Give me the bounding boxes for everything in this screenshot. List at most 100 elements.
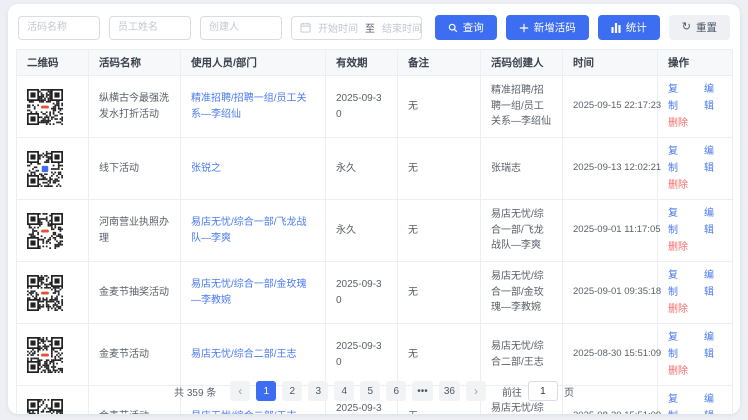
employee-name-input[interactable] [109, 16, 191, 40]
creator-cell: 张瑞志 [481, 138, 563, 200]
page-button[interactable]: 6 [386, 381, 406, 401]
page-button[interactable]: 5 [360, 381, 380, 401]
copy-link[interactable]: 复制 [668, 81, 686, 115]
refresh-icon: ↻ [682, 22, 691, 33]
reset-button[interactable]: ↻ 重置 [669, 15, 730, 40]
statistics-button[interactable]: 统计 [598, 15, 660, 40]
page-unit-label: 页 [564, 384, 574, 399]
edit-link[interactable]: 编辑 [704, 143, 722, 177]
delete-link[interactable]: 删除 [668, 177, 688, 194]
remark-cell: 无 [398, 262, 481, 324]
column-header: 活码创建人 [481, 50, 563, 76]
search-icon [448, 23, 458, 33]
user-dept-link[interactable]: 精准招聘/招聘一组/员工关系—李绍仙 [191, 93, 307, 120]
copy-link[interactable]: 复制 [668, 205, 686, 239]
created-time-cell: 2025-09-13 12:02:21 [563, 138, 658, 200]
validity-cell: 永久 [326, 138, 398, 200]
page-button[interactable]: 2 [282, 381, 302, 401]
edit-link[interactable]: 编辑 [704, 267, 722, 301]
validity-cell: 2025-09-30 [326, 324, 398, 386]
remark-cell: 无 [398, 324, 481, 386]
creator-cell: 精准招聘/招聘一组/员工关系—李绍仙 [481, 76, 563, 138]
created-time-cell: 2025-09-15 22:17:23 [563, 76, 658, 138]
prev-page-button[interactable]: ‹ [230, 381, 250, 401]
live-code-table-wrap: 二维码活码名称使用人员/部门有效期备注活码创建人时间操作 纵横古今最强洗发水打折… [8, 49, 740, 414]
code-name-cell: 纵横古今最强洗发水打折活动 [89, 76, 181, 138]
search-button[interactable]: 查询 [435, 15, 497, 40]
qr-code-image [27, 89, 78, 125]
creator-cell: 易店无忧/综合二部/王志 [481, 324, 563, 386]
code-name-cell: 线下活动 [89, 138, 181, 200]
page-number-buttons: 123456 ••• 36 [256, 381, 460, 401]
page-button-active[interactable]: 1 [256, 381, 276, 401]
edit-link[interactable]: 编辑 [704, 329, 722, 363]
column-header: 备注 [398, 50, 481, 76]
created-time-cell: 2025-09-01 09:35:18 [563, 262, 658, 324]
bar-chart-icon [611, 23, 621, 33]
remark-cell: 无 [398, 138, 481, 200]
validity-cell: 2025-09-30 [326, 262, 398, 324]
column-header: 二维码 [17, 50, 89, 76]
live-code-panel: 开始时间 至 结束时间 查询 新增活码 [8, 4, 740, 414]
code-name-cell: 河南营业执照办理 [89, 200, 181, 262]
table-header-row: 二维码活码名称使用人员/部门有效期备注活码创建人时间操作 [17, 50, 733, 76]
delete-link[interactable]: 删除 [668, 363, 688, 380]
code-name-cell: 金麦节抽奖活动 [89, 262, 181, 324]
user-dept-link[interactable]: 易店无忧/综合二部/王志 [191, 411, 297, 414]
plus-icon [519, 23, 529, 33]
copy-link[interactable]: 复制 [668, 143, 686, 177]
table-row: 河南营业执照办理 易店无忧/综合一部/飞龙战队—李爽 永久 无 易店无忧/综合一… [17, 200, 733, 262]
table-row: 纵横古今最强洗发水打折活动 精准招聘/招聘一组/员工关系—李绍仙 2025-09… [17, 76, 733, 138]
page-button[interactable]: 4 [334, 381, 354, 401]
copy-link[interactable]: 复制 [668, 267, 686, 301]
page-jumper: 前往 页 [502, 381, 574, 401]
copy-link[interactable]: 复制 [668, 329, 686, 363]
live-code-table: 二维码活码名称使用人员/部门有效期备注活码创建人时间操作 纵横古今最强洗发水打折… [16, 49, 733, 414]
column-header: 时间 [563, 50, 658, 76]
total-count: 共 359 条 [174, 384, 216, 399]
column-header: 有效期 [326, 50, 398, 76]
calendar-icon [300, 22, 311, 33]
code-name-input[interactable] [18, 16, 100, 40]
qr-code-image [27, 337, 78, 373]
user-dept-link[interactable]: 易店无忧/综合二部/王志 [191, 349, 297, 360]
validity-cell: 永久 [326, 200, 398, 262]
remark-cell: 无 [398, 76, 481, 138]
column-header: 使用人员/部门 [181, 50, 326, 76]
edit-link[interactable]: 编辑 [704, 81, 722, 115]
delete-link[interactable]: 删除 [668, 239, 688, 256]
validity-cell: 2025-09-30 [326, 76, 398, 138]
table-row: 线下活动 张锐之 永久 无 张瑞志 2025-09-13 12:02:21 复制… [17, 138, 733, 200]
page-button[interactable]: 3 [308, 381, 328, 401]
delete-link[interactable]: 删除 [668, 115, 688, 132]
goto-page-input[interactable] [528, 381, 558, 401]
edit-link[interactable]: 编辑 [704, 205, 722, 239]
created-time-cell: 2025-09-01 11:17:05 [563, 200, 658, 262]
date-separator: 至 [365, 20, 375, 35]
date-end-placeholder: 结束时间 [382, 20, 422, 35]
goto-label: 前往 [502, 384, 522, 399]
qr-code-image [27, 213, 78, 249]
creator-cell: 易店无忧/综合一部/金玫瑰—李教婉 [481, 262, 563, 324]
user-dept-link[interactable]: 易店无忧/综合一部/飞龙战队—李爽 [191, 217, 307, 244]
filter-bar: 开始时间 至 结束时间 查询 新增活码 [8, 4, 740, 49]
creator-cell: 易店无忧/综合一部/飞龙战队—李爽 [481, 200, 563, 262]
table-row: 金麦节活动 易店无忧/综合二部/王志 2025-09-30 无 易店无忧/综合二… [17, 324, 733, 386]
code-name-cell: 金麦节活动 [89, 324, 181, 386]
date-range-picker[interactable]: 开始时间 至 结束时间 [291, 16, 422, 40]
creator-input[interactable] [200, 16, 282, 40]
column-header: 操作 [658, 50, 733, 76]
qr-code-image [27, 151, 78, 187]
user-dept-link[interactable]: 张锐之 [191, 163, 221, 174]
user-dept-link[interactable]: 易店无忧/综合一部/金玫瑰—李教婉 [191, 279, 307, 306]
created-time-cell: 2025-08-30 15:51:09 [563, 324, 658, 386]
delete-link[interactable]: 删除 [668, 301, 688, 318]
table-row: 金麦节抽奖活动 易店无忧/综合一部/金玫瑰—李教婉 2025-09-30 无 易… [17, 262, 733, 324]
page-button[interactable]: 36 [439, 381, 460, 401]
add-live-code-button[interactable]: 新增活码 [506, 15, 589, 40]
qr-code-image [27, 275, 78, 311]
pagination: 共 359 条 ‹ 123456 ••• 36 › 前往 页 [8, 381, 740, 401]
next-page-button[interactable]: › [466, 381, 486, 401]
page-button[interactable]: ••• [412, 381, 433, 401]
date-start-placeholder: 开始时间 [318, 20, 358, 35]
